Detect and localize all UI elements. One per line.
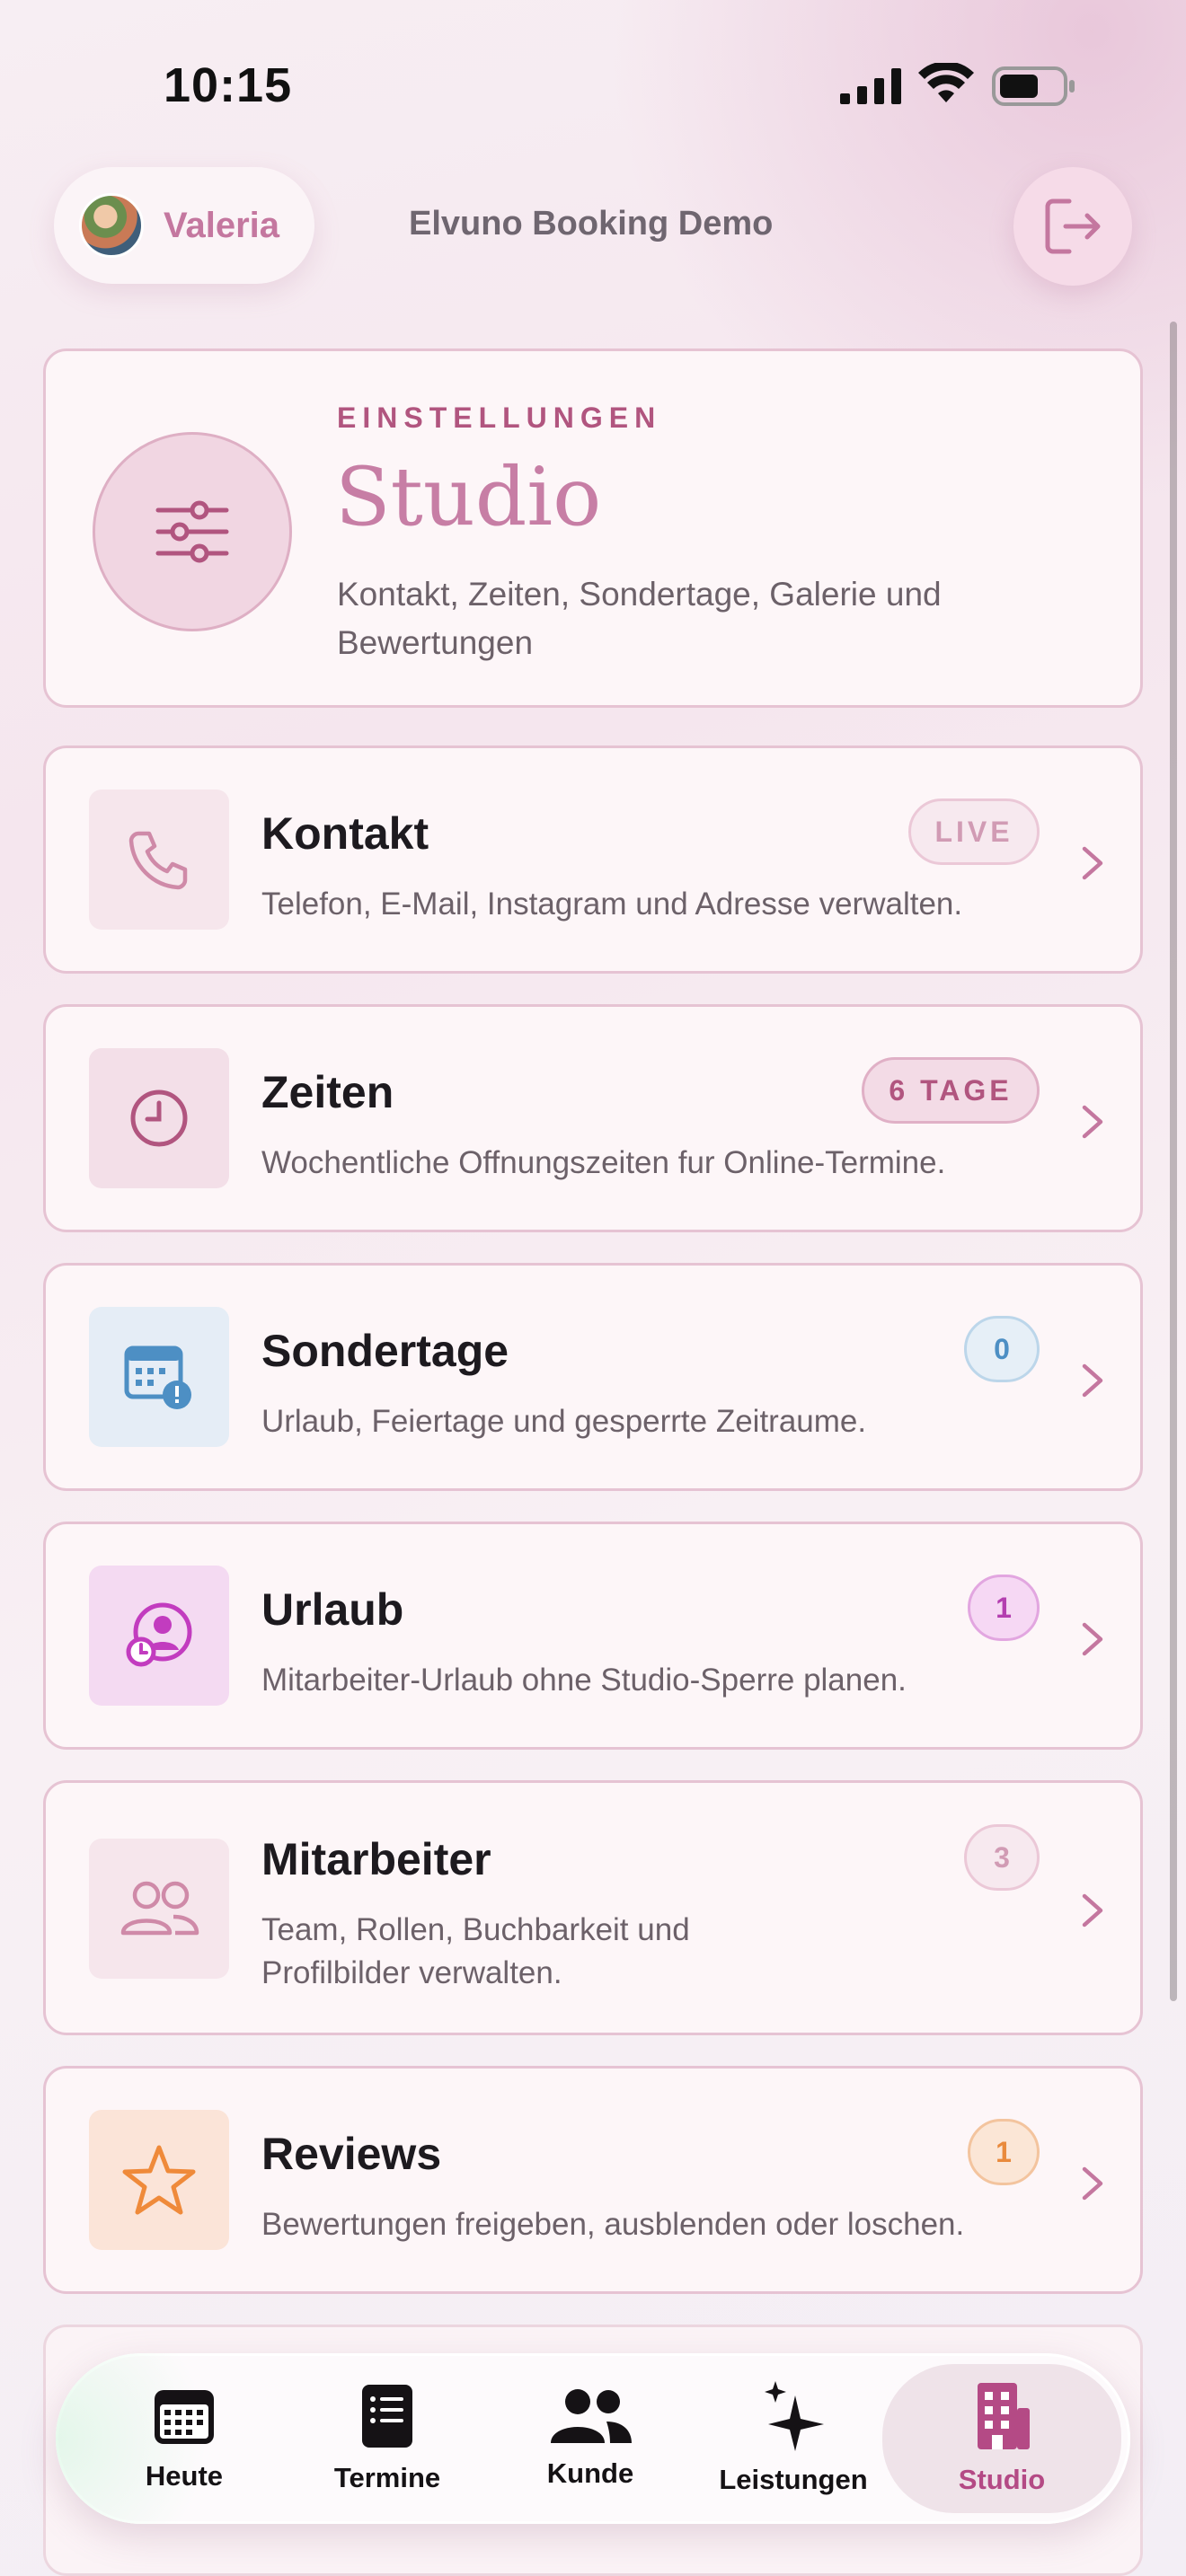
avatar (79, 193, 144, 258)
calendar-alert-icon (89, 1307, 229, 1447)
settings-card-sondertage[interactable]: Sondertage Urlaub, Feiertage und gesperr… (43, 1263, 1143, 1491)
person-clock-icon (89, 1566, 229, 1706)
tab-label: Studio (958, 2464, 1046, 2495)
tab-label: Leistungen (719, 2464, 868, 2495)
wifi-icon (918, 63, 974, 102)
status-badge: LIVE (908, 798, 1040, 865)
card-title: Urlaub (261, 1584, 404, 1635)
tab-label: Termine (333, 2462, 441, 2493)
chevron-right-icon (1082, 846, 1103, 880)
building-icon (978, 2383, 1030, 2449)
settings-card-urlaub[interactable]: Urlaub Mitarbeiter-Urlaub ohne Studio-Sp… (43, 1522, 1143, 1750)
card-description: Mitarbeiter-Urlaub ohne Studio-Sperre pl… (261, 1663, 907, 1698)
card-description: Telefon, E-Mail, Instagram und Adresse v… (261, 887, 963, 922)
settings-card-reviews[interactable]: Reviews Bewertungen freigeben, ausblende… (43, 2066, 1143, 2294)
people-icon (551, 2389, 632, 2443)
cellular-signal-icon (840, 68, 901, 104)
status-bar: 10:15 (0, 0, 1186, 162)
logout-button[interactable] (1013, 167, 1132, 286)
count-badge: 1 (968, 1575, 1040, 1641)
chevron-right-icon (1082, 1105, 1103, 1139)
hero-eyebrow: EINSTELLUNGEN (337, 401, 662, 434)
count-badge: 1 (968, 2119, 1040, 2185)
scrollbar[interactable] (1170, 322, 1177, 2001)
status-time: 10:15 (164, 58, 293, 112)
card-title: Zeiten (261, 1067, 394, 1117)
card-description: Team, Rollen, Buchbarkeit und Profilbild… (261, 1912, 690, 1990)
tab-kunde[interactable]: Kunde (489, 2353, 692, 2524)
tab-heute[interactable]: Heute (83, 2353, 286, 2524)
phone-icon (89, 790, 229, 930)
card-description: Urlaub, Feiertage und gesperrte Zeitraum… (261, 1404, 867, 1439)
page-title: Studio (335, 450, 602, 544)
tab-leistungen[interactable]: Leistungen (692, 2353, 895, 2524)
chevron-right-icon (1082, 1893, 1103, 1928)
card-description: Wochentliche Offnungszeiten fur Online-T… (261, 1145, 946, 1180)
profile-button[interactable]: Valeria (54, 167, 314, 284)
list-icon (362, 2385, 412, 2448)
profile-name: Valeria (164, 205, 280, 245)
tab-studio[interactable]: Studio (882, 2364, 1121, 2513)
battery-icon (992, 66, 1075, 106)
settings-hero-card: EINSTELLUNGEN Studio Kontakt, Zeiten, So… (43, 348, 1143, 708)
card-title: Reviews (261, 2129, 442, 2179)
clock-icon (89, 1048, 229, 1188)
settings-card-zeiten[interactable]: Zeiten Wochentliche Offnungszeiten fur O… (43, 1004, 1143, 1232)
tab-termine[interactable]: Termine (286, 2353, 489, 2524)
hero-subtitle: Kontakt, Zeiten, Sondertage, Galerie und… (337, 576, 942, 661)
app-title: Elvuno Booking Demo (409, 205, 774, 243)
settings-card-kontakt[interactable]: Kontakt Telefon, E-Mail, Instagram und A… (43, 745, 1143, 974)
tab-label: Kunde (546, 2457, 634, 2489)
chevron-right-icon (1082, 1622, 1103, 1656)
count-badge: 0 (964, 1316, 1040, 1382)
people-icon (89, 1839, 229, 1979)
sparkle-icon (765, 2381, 824, 2451)
tab-label: Heute (145, 2460, 224, 2492)
settings-card-mitarbeiter[interactable]: Mitarbeiter Team, Rollen, Buchbarkeit un… (43, 1780, 1143, 2035)
chevron-right-icon (1082, 2166, 1103, 2201)
calendar-grid-icon (155, 2390, 214, 2444)
card-title: Kontakt (261, 808, 429, 859)
sliders-icon (93, 432, 292, 631)
star-icon (89, 2110, 229, 2250)
card-description: Bewertungen freigeben, ausblenden oder l… (261, 2207, 965, 2242)
card-title: Mitarbeiter (261, 1834, 491, 1884)
status-badge: 6 TAGE (862, 1057, 1040, 1124)
card-title: Sondertage (261, 1326, 509, 1376)
count-badge: 3 (964, 1824, 1040, 1891)
logout-icon (1045, 198, 1101, 254)
chevron-right-icon (1082, 1363, 1103, 1398)
